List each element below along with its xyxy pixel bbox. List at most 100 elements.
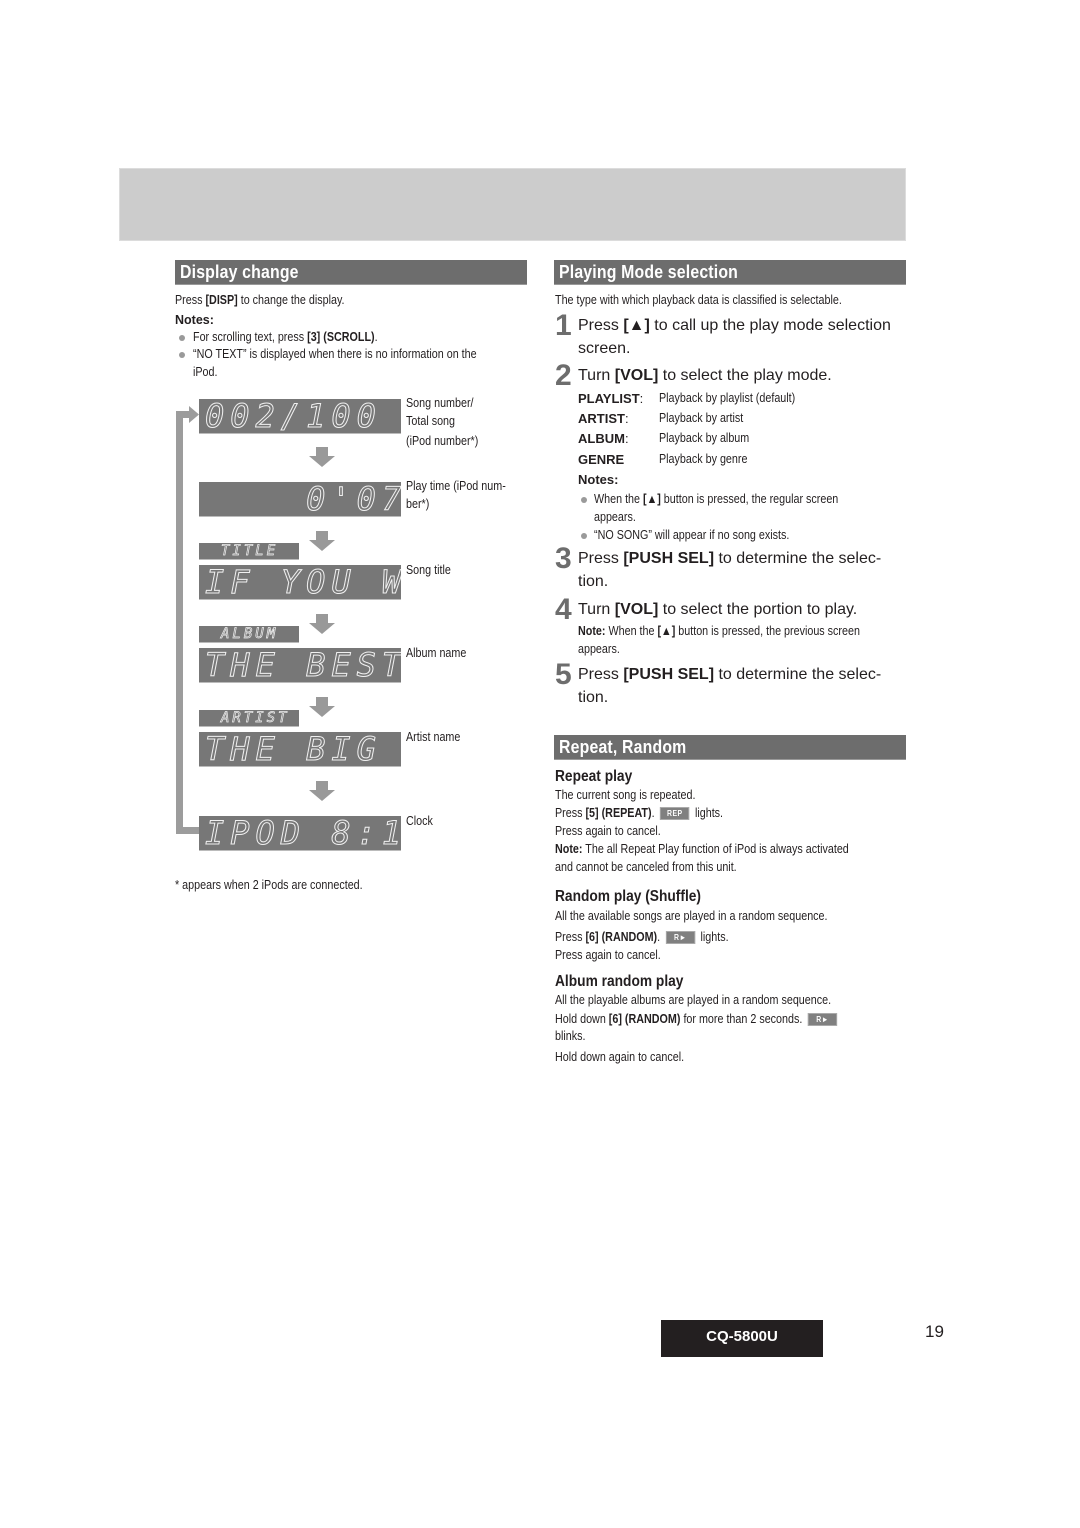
lcd-text: IPOD 8:15 (204, 816, 401, 851)
text: button is pressed, the previous screen (675, 624, 860, 638)
lcd-artist-name: THE BIG (199, 732, 401, 767)
text: button is pressed, the regular screen (660, 492, 839, 506)
text: Hold down again to cancel. (555, 1050, 685, 1064)
text: Press again to cancel. (555, 948, 661, 962)
step-5-text: Press [PUSH SEL] to determine the selec- (578, 663, 881, 686)
desc-song-number: Total song (406, 413, 463, 430)
text: The type with which playback data is cla… (555, 293, 842, 307)
subheading-random-play: Random play (Shuffle) (555, 888, 725, 906)
text: appears. (594, 510, 636, 524)
text: : (624, 411, 629, 426)
album-random-blinks: blinks. (555, 1028, 590, 1045)
text: for more than 2 seconds. (680, 1012, 803, 1026)
mode-key-playlist: PLAYLIST: (578, 390, 643, 407)
text: to call up the play mode selection (649, 317, 891, 334)
key-label: [▲] (643, 492, 661, 506)
down-arrow-icon (309, 781, 335, 801)
text: Album name (406, 646, 467, 660)
lcd-play-time: 0'07 : (199, 482, 401, 517)
text: PLAYLIST (578, 391, 640, 406)
lcd-text: 0'07 : (306, 482, 401, 517)
desc-song-number: (iPod number*) (406, 433, 490, 450)
text: Random play (Shuffle) (555, 888, 702, 905)
section-title: Repeat, Random (559, 737, 687, 757)
text: ALBUM (578, 431, 625, 446)
text: . (374, 330, 378, 344)
mode-desc-artist: Playback by artist (659, 410, 757, 427)
notes-label: Notes: (175, 313, 214, 327)
bullet-icon (179, 335, 185, 341)
note-no-text: “NO TEXT” is displayed when there is no … (193, 346, 523, 363)
note-scroll: For scrolling text, press [3] (SCROLL). (193, 329, 408, 346)
notes-label: Notes: (578, 472, 619, 487)
lcd-text: 002/100 : (205, 399, 382, 434)
text: Press (578, 317, 624, 334)
random-indicator-icon: R► (665, 931, 695, 945)
desc-album-name: Album name (406, 645, 476, 662)
text: Turn (578, 601, 615, 618)
lcd-album-name: THE BEST (199, 648, 401, 683)
random-indicator-icon: R► (807, 1013, 838, 1027)
lcd-clock: IPOD 8:15 (199, 816, 401, 851)
repeat-cancel: Press again to cancel. (555, 823, 678, 840)
subheading-repeat-play: Repeat play (555, 768, 645, 786)
key-label: [6] (RANDOM) (608, 1012, 681, 1026)
bullet-icon (581, 533, 587, 539)
text: to determine the selec- (714, 666, 882, 683)
mode-key-genre: GENRE (578, 451, 624, 468)
lcd-label-text: TITLE (221, 543, 279, 559)
text: : (624, 431, 629, 446)
step-1-text: Press [▲] to call up the play mode selec… (578, 314, 891, 337)
text: appears. (578, 642, 620, 656)
text: Hold down (555, 1012, 609, 1026)
album-random-hold: Hold down [6] (RANDOM) for more than 2 s… (555, 1011, 886, 1028)
step-number: 2 (555, 359, 572, 392)
section-title: Playing Mode selection (559, 262, 739, 282)
text: ARTIST (578, 411, 625, 426)
lcd-text: THE BIG (205, 732, 382, 767)
text: Artist name (406, 730, 461, 744)
down-arrow-icon (309, 614, 335, 634)
text: to select the portion to play. (658, 601, 858, 618)
text: ber*) (406, 497, 430, 511)
desc-song-number: Song number/ (406, 395, 485, 412)
text: The all Repeat Play function of iPod is … (582, 842, 849, 856)
text: All the playable albums are played in a … (555, 993, 832, 1007)
lcd-label-text: ALBUM (221, 626, 279, 642)
note-label: Note: (555, 842, 583, 856)
key-label: [5] (REPEAT) (585, 806, 652, 820)
mode-desc-album: Playback by album (659, 430, 764, 447)
model-badge: CQ-5800U (661, 1320, 823, 1357)
repeat-press: Press [5] (REPEAT). REP lights. (555, 805, 750, 822)
repeat-note: Note: The all Repeat Play function of iP… (555, 841, 897, 858)
text: lights. (700, 930, 729, 944)
desc-artist-name: Artist name (406, 729, 469, 746)
text: All the available songs are played in a … (555, 909, 828, 923)
step-number: 3 (555, 542, 572, 575)
desc-clock: Clock (406, 813, 437, 830)
page-number: 19 (925, 1322, 944, 1341)
step-5-text-cont: tion. (578, 689, 609, 706)
text: Press (578, 666, 624, 683)
mode-desc-genre: Playback by genre (659, 451, 762, 468)
text: GENRE (578, 452, 625, 467)
bullet-icon (581, 497, 587, 503)
section-heading-playing-mode: Playing Mode selection (554, 260, 906, 285)
key-label: [▲] (623, 317, 650, 334)
lcd-text: THE BEST (204, 648, 401, 683)
text: Playback by artist (659, 411, 744, 425)
step-1-text-cont: screen. (578, 340, 631, 357)
text: Total song (406, 414, 456, 428)
lcd-label-album: ALBUM (199, 626, 299, 643)
text: and cannot be canceled from this unit. (555, 860, 737, 874)
note-up-button-cont: appears. (594, 509, 643, 526)
lcd-text: IF YOU W (204, 565, 401, 600)
text: iPod. (193, 365, 218, 379)
text: Press again to cancel. (555, 824, 661, 838)
text: The current song is repeated. (555, 788, 696, 802)
section-title: Display change (180, 262, 299, 282)
key-label: [▲] (657, 624, 676, 638)
section-heading-display-change: Display change (175, 260, 527, 285)
lcd-song-title: IF YOU W (199, 565, 401, 600)
text: . (657, 930, 661, 944)
